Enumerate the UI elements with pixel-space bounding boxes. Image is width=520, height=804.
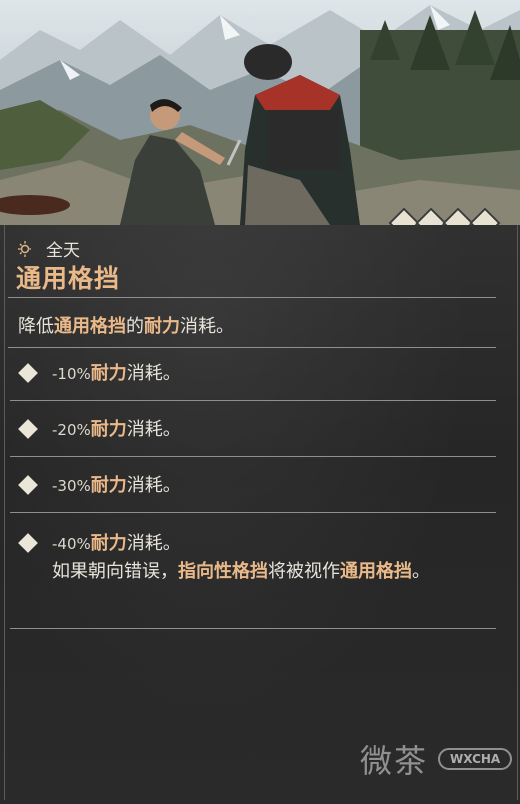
watermark: 微茶 WXCHA — [360, 736, 513, 782]
diamond-bullet-icon — [18, 533, 38, 553]
watermark-badge: WXCHA — [438, 748, 513, 770]
divider — [10, 628, 496, 629]
tier-item: -40%耐力消耗。 如果朝向错误，指向性格挡将被视作通用格挡。 — [18, 530, 488, 586]
divider — [10, 456, 496, 457]
tier-item: -10%耐力消耗。 — [18, 360, 181, 388]
divider — [8, 297, 496, 298]
divider — [10, 512, 496, 513]
skill-title: 通用格挡 — [16, 264, 121, 293]
tier-extra-text: 如果朝向错误，指向性格挡将被视作通用格挡。 — [52, 561, 430, 582]
divider — [8, 347, 496, 348]
diamond-bullet-icon — [18, 419, 38, 439]
diamond-bullet-icon — [18, 475, 38, 495]
diamond-bullet-icon — [18, 363, 38, 383]
tier-item: -20%耐力消耗。 — [18, 416, 181, 444]
divider — [10, 400, 496, 401]
watermark-text: 微茶 — [360, 742, 429, 780]
time-of-day: 全天 — [18, 236, 80, 261]
scene-image — [0, 0, 520, 225]
tier-item: -30%耐力消耗。 — [18, 472, 181, 500]
sun-moon-icon — [18, 240, 40, 258]
time-label: 全天 — [46, 241, 80, 261]
skill-description: 降低通用格挡的耐力消耗。 — [18, 316, 234, 337]
